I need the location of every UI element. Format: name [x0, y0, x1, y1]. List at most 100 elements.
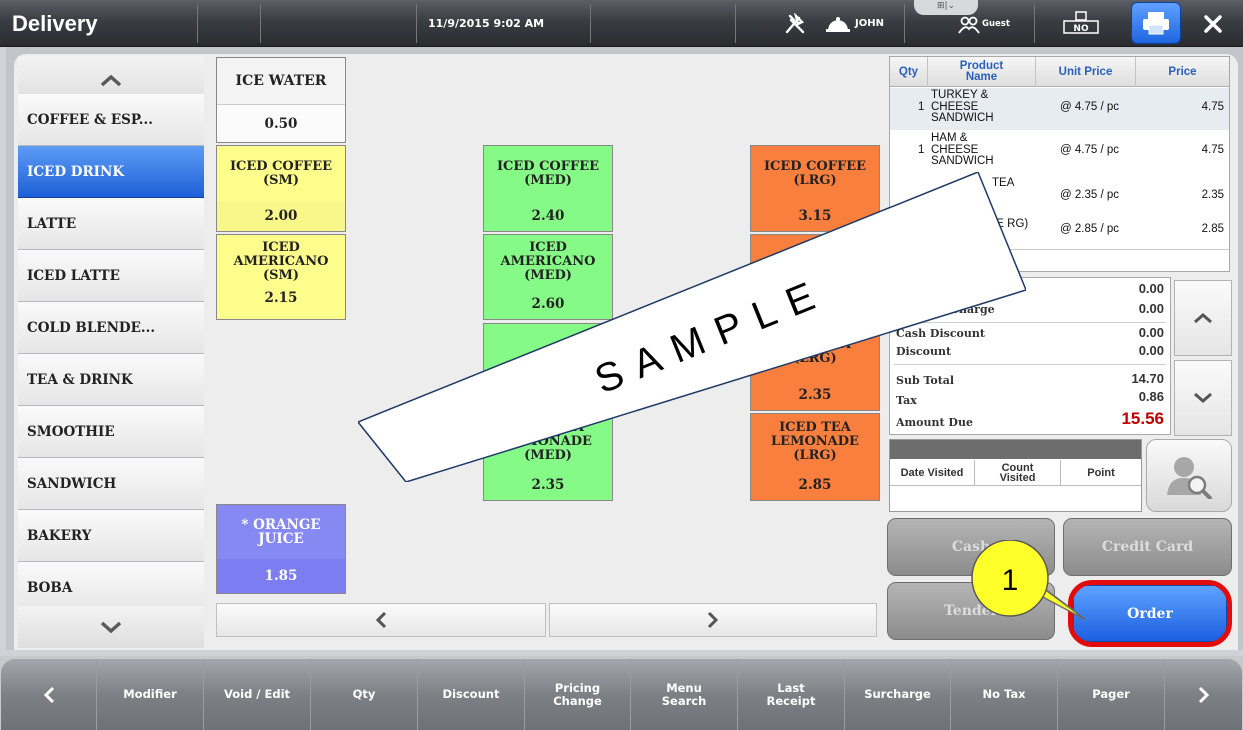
- product-name: ICED TEA (LRG): [779, 337, 851, 366]
- product-name: ICED AMERICANO (MED): [500, 240, 596, 283]
- category-list: COFFEE & ESP... ICED DRINK LATTE ICED LA…: [18, 56, 204, 648]
- product-iced-coffee-sm[interactable]: ICED COFFEE (SM) 2.00: [216, 145, 346, 232]
- order-qty: 1: [918, 144, 925, 156]
- modifier-button[interactable]: Modifier: [96, 659, 203, 730]
- surcharge-button[interactable]: Surcharge: [844, 659, 950, 730]
- column-header-unit-price: Unit Price: [1036, 57, 1136, 87]
- category-latte[interactable]: LATTE: [18, 198, 204, 250]
- product-orange-hidden[interactable]: [750, 234, 880, 320]
- product-iced-tea-med[interactable]: [483, 323, 613, 411]
- function-next-button[interactable]: [1164, 659, 1242, 730]
- product-name: ICED COFFEE (SM): [229, 158, 333, 188]
- top-bar: Delivery 11/9/2015 9:02 AM JOHN ⊞|⌄ Gues…: [0, 0, 1243, 47]
- product-ice-water[interactable]: ICE WATER 0.50: [216, 57, 346, 143]
- guest-label: Guest: [982, 18, 1010, 29]
- order-price: 2.35: [1201, 189, 1224, 201]
- product-name: ICE WATER: [235, 73, 327, 89]
- chevron-up-icon: [100, 75, 122, 87]
- category-iced-latte[interactable]: ICED LATTE: [18, 250, 204, 302]
- void-edit-button[interactable]: Void / Edit: [203, 659, 310, 730]
- delivery-charge-value: 0.00: [1138, 301, 1164, 316]
- customer-name-bar: [890, 440, 1141, 459]
- last-receipt-button[interactable]: Last Receipt: [737, 659, 844, 730]
- product-iced-americano-med[interactable]: ICED AMERICANO (MED) 2.60: [483, 234, 613, 320]
- amount-due-value: 15.56: [1121, 409, 1164, 428]
- product-price: 2.35: [531, 477, 565, 493]
- divider: [890, 249, 1229, 250]
- product-iced-coffee-med[interactable]: ICED COFFEE (MED) 2.40: [483, 145, 613, 232]
- product-price: 1.85: [217, 559, 345, 593]
- cash-button[interactable]: Cash: [887, 518, 1055, 576]
- tender-button[interactable]: Tender: [887, 582, 1055, 640]
- product-price: 2.40: [531, 208, 565, 224]
- surcharge-label: Surcharge: [896, 283, 961, 296]
- product-iced-tea-lemonade-med[interactable]: ICED TEA LEMONADE (MED) 2.35: [483, 413, 613, 501]
- cash-discount-label: Cash Discount: [896, 327, 985, 340]
- function-prev-button[interactable]: [1, 659, 96, 730]
- pricing-change-button[interactable]: Pricing Change: [524, 659, 630, 730]
- print-button[interactable]: [1131, 2, 1181, 44]
- category-scroll-down-button[interactable]: [18, 606, 204, 648]
- product-iced-americano-sm[interactable]: ICED AMERICANO (SM) 2.15: [216, 234, 346, 320]
- order-button-highlight: [1068, 580, 1232, 647]
- product-page-next-button[interactable]: [549, 603, 877, 637]
- close-button[interactable]: [1203, 0, 1223, 47]
- product-name: ICED TEA LEMONADE (MED): [504, 420, 592, 463]
- order-row[interactable]: NADE RG) @ 2.85 / pc 2.85: [890, 209, 1229, 249]
- product-price: 2.15: [217, 289, 345, 307]
- tax-label: Tax: [896, 394, 917, 407]
- subtotal-label: Sub Total: [896, 374, 955, 387]
- guest-icon[interactable]: [958, 0, 980, 47]
- customer-search-button[interactable]: [1146, 439, 1232, 512]
- column-header-product-name: Product Name: [928, 57, 1036, 87]
- product-iced-coffee-lrg[interactable]: ICED COFFEE (LRG) 3.15: [750, 145, 880, 232]
- qty-button[interactable]: Qty: [310, 659, 417, 730]
- order-product-name: TURKEY & CHEESE SANDWICH: [931, 89, 994, 124]
- product-price: 2.60: [531, 296, 565, 312]
- order-row[interactable]: 1 HAM & CHEESE SANDWICH @ 4.75 / pc 4.75: [890, 131, 1229, 173]
- order-row[interactable]: 1 TURKEY & CHEESE SANDWICH @ 4.75 / pc 4…: [890, 88, 1229, 130]
- datetime-display: 11/9/2015 9:02 AM: [428, 17, 545, 30]
- point-header: Point: [1061, 460, 1141, 486]
- product-name: * ORANGE JUICE: [241, 517, 321, 547]
- order-price: 4.75: [1201, 101, 1224, 113]
- category-coffee-esp[interactable]: COFFEE & ESP...: [18, 94, 204, 146]
- category-smoothie[interactable]: SMOOTHIE: [18, 406, 204, 458]
- discount-button[interactable]: Discount: [417, 659, 524, 730]
- print-icon: [1143, 12, 1169, 35]
- subtotal-value: 14.70: [1131, 371, 1164, 386]
- product-orange-juice[interactable]: * ORANGE JUICE 1.85: [216, 504, 346, 594]
- product-iced-tea-lrg[interactable]: ICED TEA (LRG) 2.35: [750, 323, 880, 411]
- order-qty: 1: [918, 101, 925, 113]
- order-scroll-up-button[interactable]: [1174, 280, 1232, 356]
- divider: [260, 4, 261, 43]
- utensils-icon[interactable]: [784, 0, 806, 47]
- category-sandwich[interactable]: SANDWICH: [18, 458, 204, 510]
- menu-search-button[interactable]: Menu Search: [630, 659, 737, 730]
- product-iced-tea-lemonade-lrg[interactable]: ICED TEA LEMONADE (LRG) 2.85: [750, 413, 880, 501]
- chevron-up-icon: [1194, 313, 1212, 324]
- bell-icon[interactable]: [826, 0, 850, 47]
- no-tax-button[interactable]: No Tax: [950, 659, 1057, 730]
- pager-button[interactable]: Pager: [1057, 659, 1164, 730]
- order-scroll-down-button[interactable]: [1174, 360, 1232, 436]
- category-cold-blended[interactable]: COLD BLENDE...: [18, 302, 204, 354]
- discount-value: 0.00: [1138, 343, 1164, 358]
- product-price: 2.35: [798, 387, 832, 403]
- order-unit-price: @ 4.75 / pc: [1060, 101, 1119, 113]
- category-iced-drink[interactable]: ICED DRINK: [18, 146, 204, 198]
- order-row[interactable]: TEA @ 2.35 / pc 2.35: [890, 173, 1229, 209]
- order-unit-price: @ 4.75 / pc: [1060, 144, 1119, 156]
- chevron-left-icon: [375, 611, 387, 629]
- no-tax-icon[interactable]: NO: [1062, 0, 1100, 47]
- category-bakery[interactable]: BAKERY: [18, 510, 204, 562]
- amount-due-label: Amount Due: [896, 416, 973, 429]
- credit-card-button[interactable]: Credit Card: [1063, 518, 1232, 576]
- category-tea-drink[interactable]: TEA & DRINK: [18, 354, 204, 406]
- product-name: ICED COFFEE (MED): [496, 158, 600, 188]
- product-page-prev-button[interactable]: [216, 603, 546, 637]
- divider: [590, 4, 591, 43]
- count-visited-header: Count Visited: [975, 460, 1061, 486]
- chevron-down-icon: [100, 621, 122, 633]
- product-name: ICED COFFEE (LRG): [763, 158, 867, 188]
